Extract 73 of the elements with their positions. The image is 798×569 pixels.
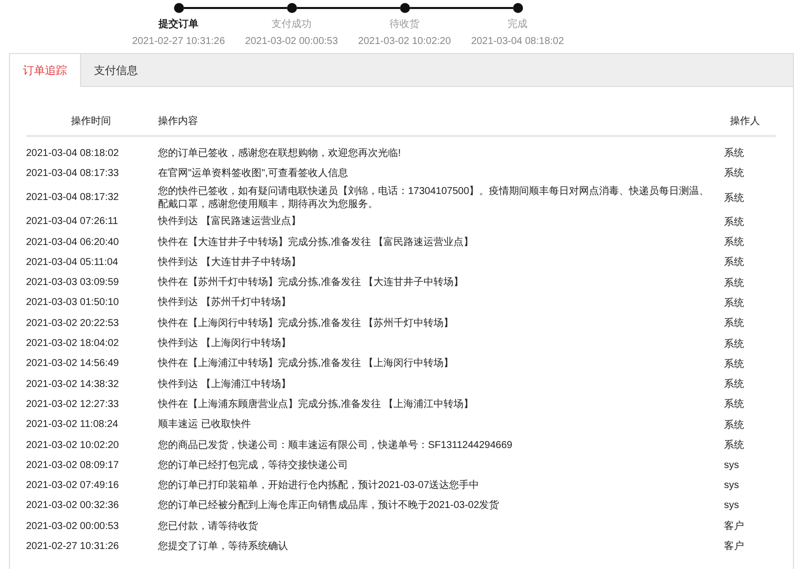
table-cell-text: 系统 (723, 316, 745, 330)
table-cell-text: 2021-03-02 14:56:49 (26, 358, 120, 370)
table-cell-text: 您已付款，请等待收货 (158, 520, 259, 534)
table-cell-text: 快件在【上海浦江中转场】完成分拣,准备发往 【上海闵行中转场】 (158, 356, 455, 372)
step-time: 2021-03-02 00:00:53 (245, 36, 338, 47)
table-cell-text: 2021-03-02 00:00:53 (26, 520, 120, 532)
table-cell-text: 快件在【上海浦东顾唐营业点】完成分拣,准备发往 【上海浦江中转场】 (158, 398, 475, 412)
table-cell-text: 2021-03-04 08:18:02 (26, 148, 120, 159)
table-cell-text: 客户 (723, 520, 745, 534)
table-cell-text: 2021-03-02 14:38:32 (26, 378, 120, 390)
table-cell-text: 2021-03-02 11:08:24 (26, 419, 120, 430)
table-cell-text: 2021-03-04 08:17:33 (26, 168, 120, 179)
table-cell-text: 快件在【苏州千灯中转场】完成分拣,准备发往 【大连甘井子中转场】 (158, 276, 465, 290)
table-cell-text: 您的订单已签收，感谢您在联想购物，欢迎您再次光临! (158, 146, 402, 161)
table-cell-text: 您的订单已经被分配到上海仓库正向销售成品库，预计不晚于2021-03-02发货 (158, 498, 500, 514)
step-label: 完成 (508, 18, 528, 31)
table-cell-text: 您的订单已打印装箱单，开始进行仓内拣配，预计2021-03-07送达您手中 (158, 478, 480, 494)
table-cell-text: 快件在【上海闵行中转场】完成分拣,准备发往 【苏州千灯中转场】 (158, 316, 455, 331)
tab[interactable]: 支付信息 (81, 54, 151, 87)
table-cell-text: 系统 (723, 418, 745, 432)
table-cell-text: 2021-03-04 07:26:11 (26, 216, 120, 228)
table-cell-text: 快件到达 【苏州千灯中转场】 (158, 296, 292, 310)
table-cell-text: 系统 (723, 276, 745, 290)
step-label: 支付成功 (272, 18, 312, 31)
table-cell-text: 2021-03-02 10:02:20 (26, 440, 120, 450)
table-cell-text: 系统 (723, 146, 745, 160)
table-cell-text: 2021-03-03 01:50:10 (26, 297, 120, 308)
table-cell-text: 系统 (723, 378, 745, 392)
table-cell-text: 系统 (723, 358, 745, 371)
table-cell-text: 2021-03-02 12:27:33 (26, 398, 120, 410)
table-cell-text: 系统 (723, 236, 745, 250)
table-cell-text: 您的快件已签收，如有疑问请电联快递员【刘锦，电话：17304107500】。疫情期间顺丰每日对网点消毒、快递员每日测温、配戴口罩，感谢您使用顺丰，期待再次为您服务。 (158, 184, 710, 212)
table-cell-text: 2021-03-02 18:04:02 (26, 338, 120, 350)
table-cell-text: 系统 (723, 438, 745, 452)
table-cell-text: 快件到达 【大连甘井子中转场】 (158, 256, 302, 270)
step-time: 2021-03-04 08:18:02 (471, 36, 564, 47)
table-cell-text: sys (723, 480, 740, 492)
column-header: 操作内容 (158, 114, 199, 128)
table-cell-text: 2021-03-04 06:20:40 (26, 236, 120, 248)
table-cell-text: 快件在【大连甘井子中转场】完成分拣,准备发往 【富民路速运营业点】 (158, 236, 475, 250)
table-cell-text: sys (723, 460, 740, 471)
table-cell-text: 快件到达 【上海闵行中转场】 (158, 336, 292, 352)
table-cell-text: 您提交了订单，等待系统确认 (158, 540, 289, 554)
step-time: 2021-03-02 10:02:20 (358, 36, 451, 47)
table-cell-text: 2021-03-02 20:22:53 (26, 318, 120, 329)
column-header: 操作人 (729, 115, 761, 128)
table-cell-text: 快件到达 【上海浦江中转场】 (158, 378, 292, 392)
table-cell-text: 2021-03-02 00:32:36 (26, 500, 120, 512)
table-cell-text: 快件到达 【富民路速运营业点】 (158, 214, 302, 230)
step-label: 提交订单 (158, 17, 198, 31)
table-cell-text: 2021-03-02 07:49:16 (26, 480, 120, 492)
step-time: 2021-02-27 10:31:26 (132, 36, 225, 47)
table-cell-text: 2021-03-03 03:09:59 (26, 277, 120, 288)
table-cell-text: 系统 (723, 256, 745, 270)
table-cell-text: 系统 (723, 216, 745, 229)
tab[interactable]: 订单追踪 (10, 54, 81, 87)
table-cell-text: 您的商品已发货，快递公司：顺丰速运有限公司，快递单号：SF1311244294669 (158, 438, 514, 452)
table-cell-text: 系统 (723, 338, 745, 351)
table-cell-text: 在官网"运单资料签收图",可查看签收人信息 (158, 166, 349, 181)
column-header: 操作时间 (70, 114, 112, 128)
table-cell-text: 系统 (723, 398, 745, 412)
table-cell-text: 2021-03-04 05:11:04 (26, 256, 120, 268)
table-cell-text: 2021-02-27 10:31:26 (26, 540, 120, 552)
table-cell-text: 顺丰速运 已收取快件 (158, 418, 252, 432)
table-cell-text: 系统 (723, 166, 745, 180)
table-cell-text: 系统 (723, 296, 745, 310)
table-cell-text: 客户 (723, 540, 745, 554)
table-cell-text: 2021-03-04 08:17:32 (26, 192, 120, 204)
table-cell-text: 系统 (723, 192, 745, 205)
step-label: 待收货 (390, 18, 420, 31)
table-cell-text: 您的订单已经打包完成，等待交接快递公司 (158, 458, 349, 473)
table-cell-text: 2021-03-02 08:09:17 (26, 460, 120, 471)
table-cell-text: sys (723, 500, 740, 512)
